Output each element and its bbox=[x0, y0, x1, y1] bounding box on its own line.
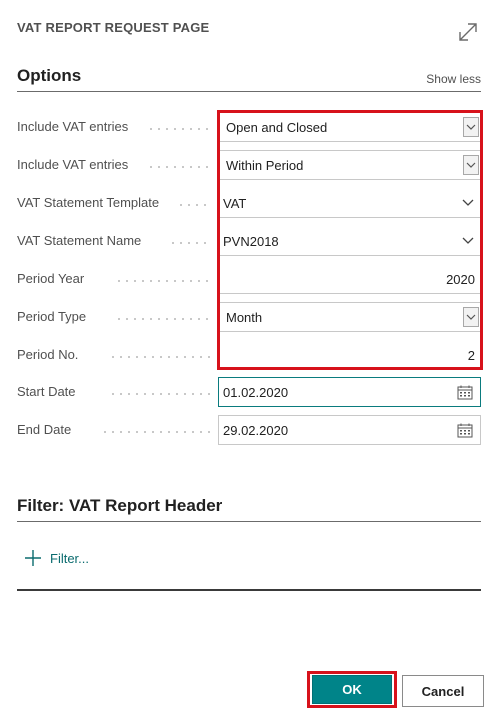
include-vat-entries-status-select[interactable]: Open and Closed bbox=[218, 112, 481, 142]
field-include-vat-entries-status: Include VAT entries Open and Closed bbox=[17, 112, 481, 142]
chevron-down-icon[interactable] bbox=[463, 155, 479, 175]
vat-statement-template-lookup[interactable]: VAT bbox=[218, 188, 481, 218]
filter-section-header: Filter: VAT Report Header bbox=[17, 494, 481, 522]
period-no-input[interactable]: 2 bbox=[218, 340, 481, 370]
field-value: 2 bbox=[467, 348, 475, 363]
field-value: PVN2018 bbox=[223, 234, 279, 249]
field-vat-statement-name: VAT Statement Name PVN2018 bbox=[17, 226, 481, 256]
field-label: Start Date bbox=[17, 384, 76, 399]
options-title: Options bbox=[17, 66, 82, 85]
plus-icon bbox=[25, 550, 41, 566]
add-filter-label: Filter... bbox=[50, 550, 90, 566]
filter-title: Filter: VAT Report Header bbox=[17, 496, 223, 515]
chevron-down-icon[interactable] bbox=[462, 236, 474, 246]
field-label: Period Type bbox=[17, 309, 87, 324]
field-value: 29.02.2020 bbox=[223, 423, 289, 438]
period-type-select[interactable]: Month bbox=[218, 302, 481, 332]
period-year-input[interactable]: 2020 bbox=[218, 264, 481, 294]
field-value: Open and Closed bbox=[226, 120, 328, 135]
filter-divider bbox=[17, 589, 481, 591]
field-value: VAT bbox=[223, 196, 247, 211]
expand-icon[interactable] bbox=[456, 20, 480, 44]
calendar-icon[interactable] bbox=[457, 423, 473, 438]
field-value: Month bbox=[226, 310, 263, 325]
vat-statement-name-lookup[interactable]: PVN2018 bbox=[218, 226, 481, 256]
field-vat-statement-template: VAT Statement Template VAT bbox=[17, 188, 481, 218]
calendar-icon[interactable] bbox=[457, 385, 473, 400]
options-section-header: Options Show less bbox=[17, 64, 481, 92]
field-label: Include VAT entries bbox=[17, 119, 129, 134]
field-label: Period Year bbox=[17, 271, 85, 286]
include-vat-entries-period-select[interactable]: Within Period bbox=[218, 150, 481, 180]
cancel-button[interactable]: Cancel bbox=[402, 675, 484, 707]
end-date-input[interactable]: 29.02.2020 bbox=[218, 415, 481, 445]
field-period-no: Period No. 2 bbox=[17, 340, 481, 370]
field-value: 2020 bbox=[446, 272, 475, 287]
field-label: End Date bbox=[17, 422, 72, 437]
field-include-vat-entries-period: Include VAT entries Within Period bbox=[17, 150, 481, 180]
show-less-link[interactable]: Show less bbox=[426, 72, 481, 86]
chevron-down-icon[interactable] bbox=[463, 117, 479, 137]
start-date-input[interactable]: 01.02.2020 bbox=[218, 377, 481, 407]
field-start-date: Start Date 01.02.2020 bbox=[17, 377, 481, 407]
field-period-year: Period Year 2020 bbox=[17, 264, 481, 294]
page-title: VAT REPORT REQUEST PAGE bbox=[17, 20, 210, 35]
field-value: 01.02.2020 bbox=[223, 385, 289, 400]
ok-button[interactable]: OK bbox=[312, 675, 392, 704]
field-end-date: End Date 29.02.2020 bbox=[17, 415, 481, 445]
field-period-type: Period Type Month bbox=[17, 302, 481, 332]
field-label: VAT Statement Name bbox=[17, 233, 142, 248]
add-filter-button[interactable]: Filter... bbox=[24, 549, 89, 567]
chevron-down-icon[interactable] bbox=[463, 307, 479, 327]
field-value: Within Period bbox=[226, 158, 304, 173]
field-label: VAT Statement Template bbox=[17, 195, 160, 210]
field-label: Period No. bbox=[17, 347, 79, 362]
chevron-down-icon[interactable] bbox=[462, 198, 474, 208]
field-label: Include VAT entries bbox=[17, 157, 129, 172]
